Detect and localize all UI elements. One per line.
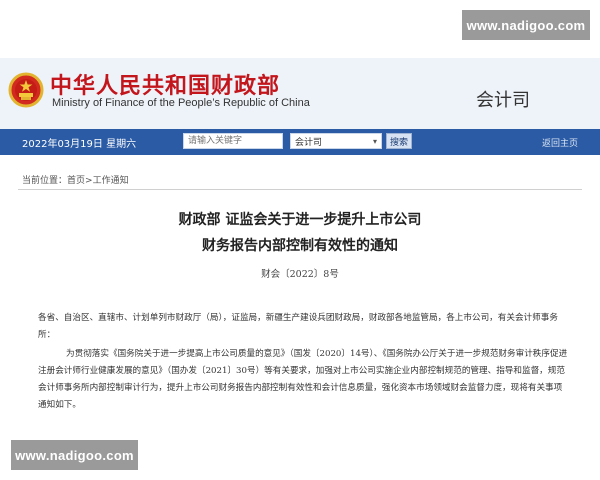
document-addressees: 各省、自治区、直辖市、计划单列市财政厅（局），证监局，新疆生产建设兵团财政局，财…	[38, 313, 558, 340]
watermark-top: www.nadigoo.com	[462, 10, 590, 40]
department-select[interactable]: 会计司 ▾	[290, 133, 382, 149]
document-title-line2: 财务报告内部控制有效性的通知	[202, 238, 398, 254]
department-name: 会计司	[476, 90, 530, 111]
breadcrumb-home-link[interactable]: 首页	[67, 176, 85, 186]
breadcrumb-current-link[interactable]: 工作通知	[93, 176, 129, 186]
breadcrumb: 当前位置：首页>工作通知	[22, 173, 129, 186]
document-body-paragraph: 为贯彻落实《国务院关于进一步提高上市公司质量的意见》（国发〔2020〕14号）、…	[38, 349, 568, 410]
search-button[interactable]: 搜索	[386, 133, 412, 149]
document-number: 财会〔2022〕8号	[261, 269, 339, 280]
breadcrumb-separator: >	[85, 176, 93, 186]
ministry-title-en: Ministry of Finance of the People’s Repu…	[52, 97, 310, 109]
search-input[interactable]	[183, 133, 283, 149]
back-home-link[interactable]: 返回主页	[542, 136, 578, 149]
department-select-value: 会计司	[295, 137, 323, 148]
current-date: 2022年03月19日 星期六	[22, 139, 137, 150]
document-title-line1: 财政部 证监会关于进一步提升上市公司	[178, 212, 422, 228]
ministry-title-cn[interactable]: 中华人民共和国财政部	[50, 68, 280, 100]
breadcrumb-divider	[18, 189, 582, 190]
national-emblem-icon	[8, 72, 44, 108]
breadcrumb-prefix: 当前位置：	[22, 176, 68, 186]
chevron-down-icon: ▾	[372, 136, 377, 146]
watermark-bottom: www.nadigoo.com	[11, 440, 138, 470]
